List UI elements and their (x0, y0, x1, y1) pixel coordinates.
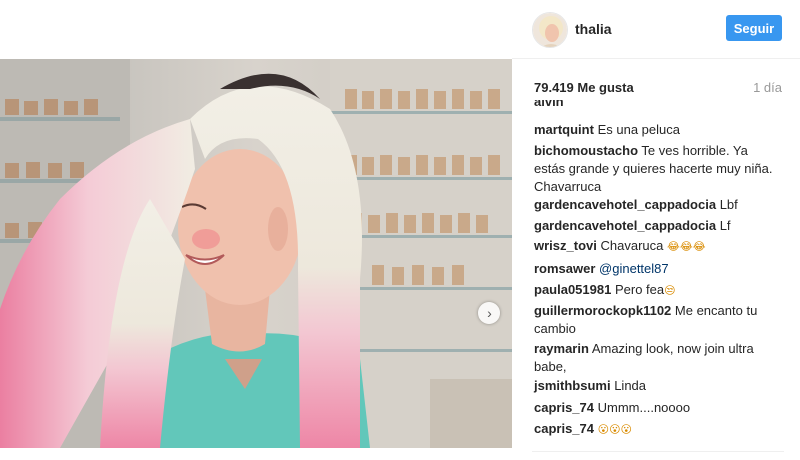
comment-username[interactable]: gardencavehotel_cappadocia (534, 218, 716, 233)
comment: raymarin Amazing look, now join ultra ba… (534, 340, 774, 376)
comment-username[interactable]: capris_74 (534, 400, 594, 415)
post-photo (0, 59, 512, 448)
comment-username[interactable]: capris_74 (534, 421, 594, 436)
comment-text: Lf (719, 218, 731, 233)
comment-text: Ummm....noooo (597, 400, 691, 415)
post-username[interactable]: thalia (575, 21, 612, 37)
comment-username[interactable]: martquint (534, 122, 594, 137)
comment-username[interactable]: wrisz_tovi (534, 238, 597, 253)
follow-button[interactable]: Seguir (726, 15, 782, 41)
surprised-emoji-icon: 😮😮😮 (597, 423, 633, 436)
comment: capris_74 Ummm....noooo (534, 399, 774, 417)
comment-username[interactable]: guillermorockopk1102 (534, 303, 671, 318)
avatar[interactable] (532, 12, 568, 48)
comment-username[interactable]: raymarin (534, 341, 589, 356)
comment: wrisz_tovi Chavaruca 😂😂😂 (534, 237, 774, 256)
comment: paula051981 Pero fea😒 (534, 281, 774, 300)
comment: capris_74 😮😮😮 (534, 420, 774, 439)
comment: bichomoustacho Te ves horrible. Ya estás… (534, 142, 774, 196)
comment-text: Es una peluca (597, 122, 680, 137)
laughing-emoji-icon: 😂😂😂 (666, 240, 706, 253)
comment-username[interactable]: romsawer (534, 261, 595, 276)
comment: martquint Es una peluca (534, 121, 774, 139)
post-time[interactable]: 1 día (753, 80, 782, 95)
post-sidebar: thalia Seguir 79.419 Me gusta 1 día alvi… (512, 0, 800, 460)
comments-list[interactable]: alvin martquint Es una peluca bichomoust… (532, 100, 784, 446)
comment-username[interactable]: gardencavehotel_cappadocia (534, 197, 716, 212)
post-image[interactable]: › (0, 59, 512, 448)
comment-text: Lbf (719, 197, 738, 212)
comment-username[interactable]: paula051981 (534, 282, 611, 297)
comment: gardencavehotel_cappadocia Lbf (534, 196, 774, 214)
comment-mention-link[interactable]: @ginettel87 (599, 261, 669, 276)
next-image-button[interactable]: › (478, 302, 500, 324)
comment-username-partial[interactable]: alvin (534, 100, 564, 109)
comment: jsmithbsumi Linda (534, 377, 774, 395)
comment-username[interactable]: jsmithbsumi (534, 378, 611, 393)
comment: guillermorockopk1102 Me encanto tu cambi… (534, 302, 774, 338)
comment: romsawer @ginettel87 (534, 260, 774, 278)
chevron-right-icon: › (487, 304, 492, 321)
comment-username[interactable]: bichomoustacho (534, 143, 638, 158)
comment-text: Pero fea (614, 282, 665, 297)
comments-divider (532, 451, 784, 452)
comment: gardencavehotel_cappadocia Lf (534, 217, 774, 235)
avatar-image (533, 13, 567, 47)
unamused-emoji-icon: 😒 (664, 284, 676, 297)
post-header: thalia Seguir (512, 0, 800, 59)
likes-row: 79.419 Me gusta 1 día (532, 80, 782, 98)
comment-text: Linda (614, 378, 647, 393)
likes-count[interactable]: 79.419 Me gusta (534, 80, 634, 95)
comment-text: Chavaruca (600, 238, 664, 253)
